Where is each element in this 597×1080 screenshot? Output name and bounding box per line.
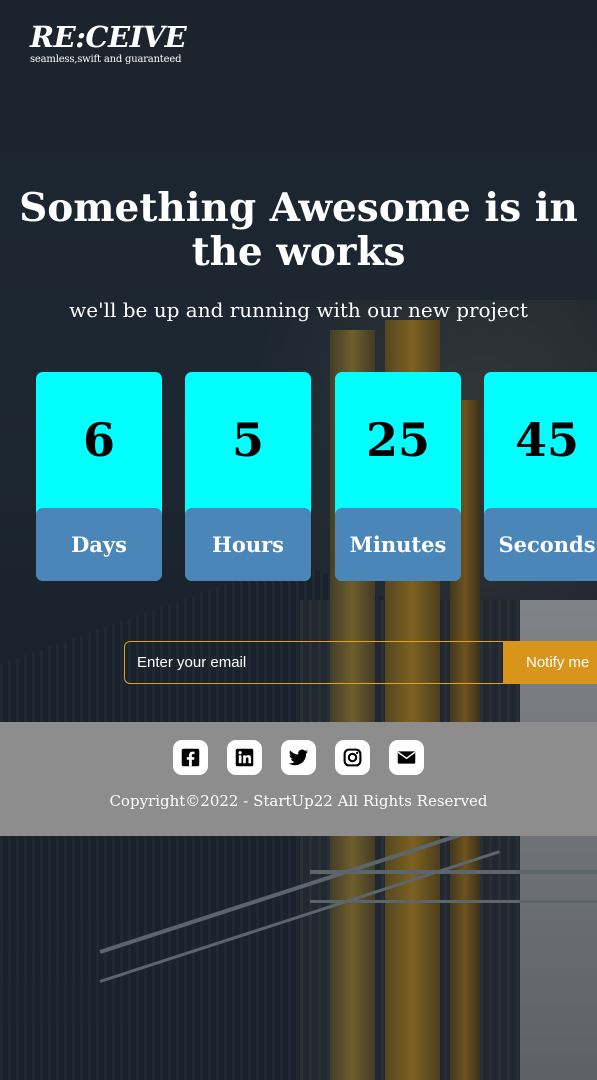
facebook-link[interactable] (173, 740, 208, 775)
twitter-link[interactable] (281, 740, 316, 775)
countdown-label: Hours (185, 508, 311, 581)
hero-title: Something Awesome is in the works (19, 185, 578, 275)
hero-subtitle: we'll be up and running with our new pro… (69, 298, 528, 322)
instagram-icon (343, 748, 362, 767)
facebook-icon (181, 748, 200, 767)
countdown-label: Minutes (335, 508, 461, 581)
email-input[interactable] (124, 641, 504, 684)
brand-name: RE:CEIVE (30, 20, 187, 54)
countdown-value: 45 (514, 413, 579, 467)
mail-icon (397, 751, 416, 764)
countdown-hours: 5 Hours (185, 372, 311, 581)
linkedin-icon (235, 748, 254, 767)
brand-tagline: seamless,swift and guaranteed (30, 54, 182, 65)
countdown-value: 5 (231, 413, 264, 467)
mail-link[interactable] (389, 740, 424, 775)
countdown-days: 6 Days (36, 372, 162, 581)
instagram-link[interactable] (335, 740, 370, 775)
countdown-seconds: 45 Seconds (484, 372, 597, 581)
brand-logo[interactable]: RE:CEIVE seamless,swift and guaranteed (30, 20, 187, 66)
footer: Copyright©2022 - StartUp22 All Rights Re… (0, 722, 597, 836)
twitter-icon (288, 749, 309, 766)
countdown-label: Seconds (484, 508, 597, 581)
countdown-value: 25 (365, 413, 430, 467)
countdown-minutes: 25 Minutes (335, 372, 461, 581)
countdown-value: 6 (82, 413, 115, 467)
copyright-text: Copyright©2022 - StartUp22 All Rights Re… (109, 792, 488, 810)
linkedin-link[interactable] (227, 740, 262, 775)
countdown-label: Days (36, 508, 162, 581)
social-links (0, 740, 597, 775)
notify-button[interactable]: Notify me (503, 641, 597, 684)
